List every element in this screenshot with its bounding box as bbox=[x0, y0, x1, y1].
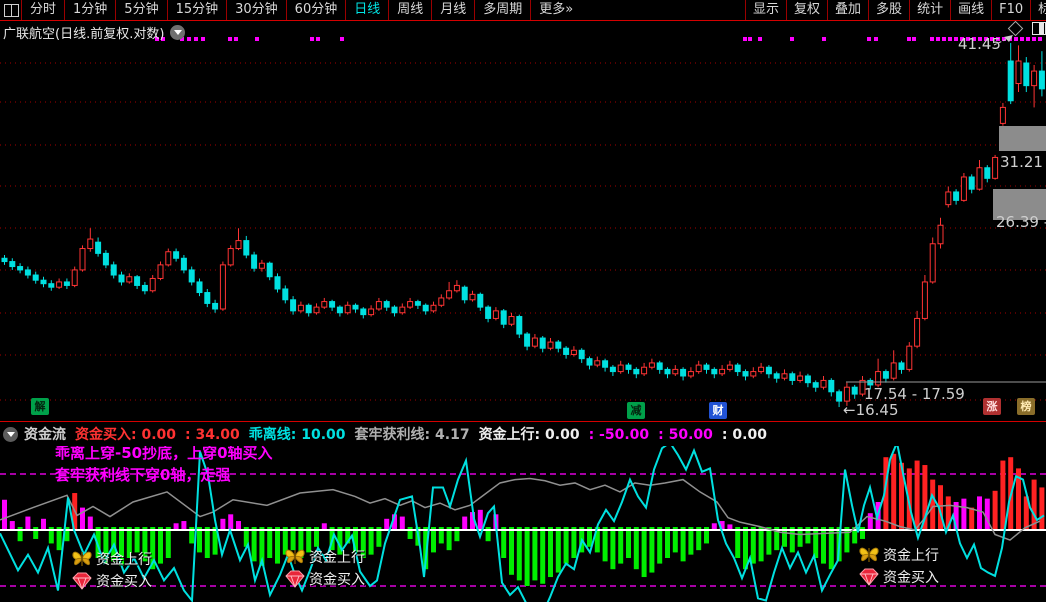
butterfly-icon bbox=[857, 544, 881, 566]
panel-toggle-icon[interactable] bbox=[1032, 22, 1046, 35]
menu-item-30分钟[interactable]: 30分钟 bbox=[226, 0, 286, 20]
indicator-param-4: 套牢获利线: 4.17 bbox=[355, 427, 470, 443]
indicator-param-3: 乖离线: 10.00 bbox=[249, 427, 346, 443]
indicator-header: 资金流资金买入: 0.00 : 34.00 乖离线: 10.00 套牢获利线: 4.1… bbox=[0, 421, 1046, 446]
indicator-params: 资金流资金买入: 0.00 : 34.00 乖离线: 10.00 套牢获利线: 4.1… bbox=[24, 424, 776, 444]
menu-item-标记[interactable]: 标记 bbox=[1030, 0, 1046, 20]
indicator-param-1: 资金买入: 0.00 bbox=[75, 427, 176, 443]
menu-item-60分钟[interactable]: 60分钟 bbox=[286, 0, 346, 20]
gap-upper-label: 31.21 - 3 bbox=[1000, 153, 1046, 171]
chart-badge-涨[interactable]: 涨 bbox=[983, 398, 1001, 415]
indicator-annotation-2: 套牢获利线下穿0轴，走强 bbox=[55, 464, 230, 485]
low-label: ←16.45 bbox=[843, 401, 899, 419]
gap-lower-label: 26.39 - 25 bbox=[996, 213, 1046, 231]
indicator-param-2: : 34.00 bbox=[185, 427, 240, 443]
corner-icons bbox=[1010, 22, 1046, 35]
charts-canvas[interactable]: 41.4531.21 - 326.39 - 2517.54 - 17.59←16… bbox=[0, 0, 1046, 602]
signal-up-label: 资金上行 bbox=[309, 547, 365, 567]
signal-group-2: 资金上行资金买入 bbox=[283, 546, 365, 590]
gem-icon bbox=[70, 570, 94, 592]
app-window: 41.4531.21 - 326.39 - 2517.54 - 17.59←16… bbox=[0, 0, 1046, 602]
collapse-icon[interactable] bbox=[3, 427, 18, 442]
chart-badge-解[interactable]: 解 bbox=[31, 398, 49, 415]
menu-item-显示[interactable]: 显示 bbox=[745, 0, 786, 20]
menu-item-叠加[interactable]: 叠加 bbox=[827, 0, 868, 20]
signal-up-label: 资金上行 bbox=[883, 545, 939, 565]
gap-box-1 bbox=[999, 126, 1046, 151]
menu-item-更多»[interactable]: 更多» bbox=[530, 0, 581, 20]
menu-item-月线[interactable]: 月线 bbox=[431, 0, 474, 20]
signal-up-label: 资金上行 bbox=[96, 549, 152, 569]
menu-item-多股[interactable]: 多股 bbox=[868, 0, 909, 20]
chart-badge-减[interactable]: 减 bbox=[627, 402, 645, 419]
symbol-title-row: 广联航空(日线.前复权.对数) bbox=[3, 23, 185, 42]
signal-buy-label: 资金买入 bbox=[883, 567, 939, 587]
menu-item-15分钟[interactable]: 15分钟 bbox=[167, 0, 227, 20]
butterfly-icon bbox=[283, 546, 307, 568]
menu-item-周线[interactable]: 周线 bbox=[388, 0, 431, 20]
indicator-param-8: : 0.00 bbox=[722, 427, 767, 443]
menu-item-多周期[interactable]: 多周期 bbox=[474, 0, 530, 20]
gem-icon bbox=[283, 568, 307, 590]
butterfly-icon bbox=[70, 548, 94, 570]
menu-item-F10[interactable]: F10 bbox=[991, 0, 1030, 20]
chart-badge-榜[interactable]: 榜 bbox=[1017, 398, 1035, 415]
diamond-icon[interactable] bbox=[1008, 21, 1024, 37]
menu-item-日线[interactable]: 日线 bbox=[345, 0, 388, 20]
symbol-title: 广联航空(日线.前复权.对数) bbox=[3, 23, 164, 42]
menu-item-分时[interactable]: 分时 bbox=[21, 0, 64, 20]
indicator-param-0: 资金流 bbox=[24, 427, 66, 443]
window-split-icon[interactable] bbox=[4, 4, 19, 17]
menu-item-5分钟[interactable]: 5分钟 bbox=[115, 0, 166, 20]
signal-buy-label: 资金买入 bbox=[309, 569, 365, 589]
signal-group-1: 资金上行资金买入 bbox=[70, 548, 152, 592]
chart-badge-财[interactable]: 财 bbox=[709, 402, 727, 419]
price-high-label: 41.45 bbox=[958, 35, 1001, 53]
signal-group-3: 资金上行资金买入 bbox=[857, 544, 939, 588]
menu-item-统计[interactable]: 统计 bbox=[909, 0, 950, 20]
menu-item-复权[interactable]: 复权 bbox=[786, 0, 827, 20]
indicator-param-5: 资金上行: 0.00 bbox=[479, 427, 580, 443]
dropdown-icon[interactable] bbox=[170, 25, 185, 40]
top-menubar: 分时1分钟5分钟15分钟30分钟60分钟日线周线月线多周期更多» 显示复权叠加多… bbox=[0, 0, 1046, 21]
gem-icon bbox=[857, 566, 881, 588]
indicator-param-6: : -50.00 bbox=[589, 427, 650, 443]
tools-menu: 显示复权叠加多股统计画线F10标记+自选 bbox=[745, 0, 1046, 20]
period-menu: 分时1分钟5分钟15分钟30分钟60分钟日线周线月线多周期更多» bbox=[21, 0, 581, 20]
signal-buy-label: 资金买入 bbox=[96, 571, 152, 591]
menu-item-画线[interactable]: 画线 bbox=[950, 0, 991, 20]
indicator-param-7: : 50.00 bbox=[658, 427, 713, 443]
menu-item-1分钟[interactable]: 1分钟 bbox=[64, 0, 115, 20]
